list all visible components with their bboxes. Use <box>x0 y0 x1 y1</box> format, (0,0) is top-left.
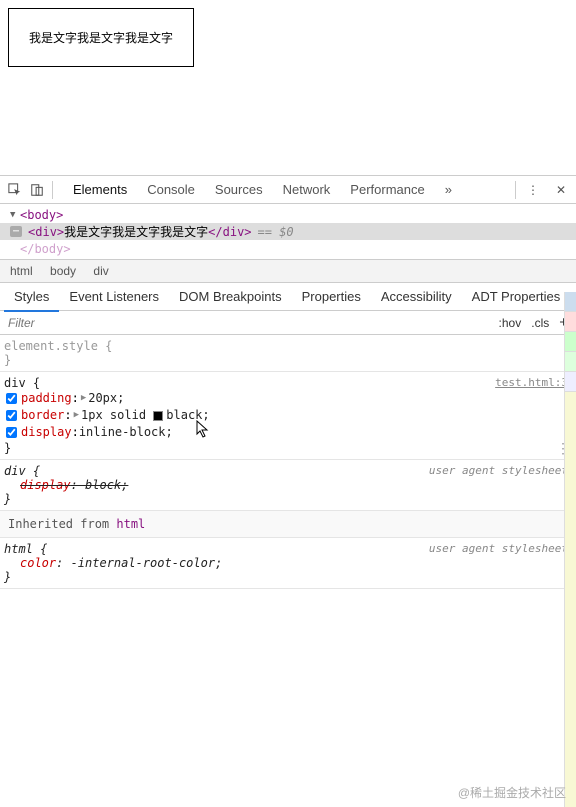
expand-icon[interactable]: ▶ <box>74 407 79 424</box>
tab-sources[interactable]: Sources <box>205 176 273 203</box>
tab-elements[interactable]: Elements <box>63 176 137 203</box>
rule-origin-ua: user agent stylesheet <box>429 464 568 477</box>
inherited-from-label: Inherited from html <box>0 511 576 538</box>
styles-filter-input[interactable] <box>8 316 499 330</box>
rule-html-ua[interactable]: user agent stylesheet html { color: -int… <box>0 538 576 589</box>
crumb-html[interactable]: html <box>10 264 33 278</box>
device-toggle-icon[interactable] <box>26 179 48 201</box>
toggle-border[interactable] <box>6 410 17 421</box>
rule-origin-ua: user agent stylesheet <box>429 542 568 555</box>
subtab-dom-breakpoints[interactable]: DOM Breakpoints <box>169 283 292 310</box>
tab-console[interactable]: Console <box>137 176 205 203</box>
menu-icon[interactable]: ⋮ <box>522 179 544 201</box>
demo-div[interactable]: 我是文字我是文字我是文字 <box>8 8 194 67</box>
toggle-padding[interactable] <box>6 393 17 404</box>
tab-performance[interactable]: Performance <box>340 176 434 203</box>
styles-subtabs: Styles Event Listeners DOM Breakpoints P… <box>0 283 576 311</box>
subtab-accessibility[interactable]: Accessibility <box>371 283 462 310</box>
chevron-down-icon[interactable]: ▼ <box>10 210 20 220</box>
toggle-display[interactable] <box>6 427 17 438</box>
filter-bar: :hov .cls + <box>0 311 576 335</box>
rendered-page: 我是文字我是文字我是文字 <box>0 0 576 175</box>
hov-toggle[interactable]: :hov <box>499 316 522 330</box>
breadcrumb: html body div <box>0 260 576 283</box>
crumb-body[interactable]: body <box>50 264 76 278</box>
subtab-event-listeners[interactable]: Event Listeners <box>59 283 169 310</box>
devtools-tabs: Elements Console Sources Network Perform… <box>63 176 515 203</box>
cls-toggle[interactable]: .cls <box>531 316 549 330</box>
devtools-toolbar: Elements Console Sources Network Perform… <box>0 176 576 204</box>
inspect-icon[interactable] <box>4 179 26 201</box>
overview-ruler[interactable] <box>564 292 576 807</box>
color-swatch-icon[interactable] <box>153 411 163 421</box>
tab-overflow[interactable]: » <box>435 176 462 203</box>
dom-body-close[interactable]: </body> <box>0 240 576 257</box>
close-icon[interactable]: ✕ <box>550 179 572 201</box>
dom-body-open[interactable]: ▼ <body> <box>0 206 576 223</box>
subtab-adt-properties[interactable]: ADT Properties <box>462 283 571 310</box>
rule-div-ua[interactable]: user agent stylesheet div { display: blo… <box>0 460 576 511</box>
subtab-properties[interactable]: Properties <box>292 283 371 310</box>
subtab-styles[interactable]: Styles <box>4 283 59 312</box>
tab-network[interactable]: Network <box>273 176 341 203</box>
selection-marker-icon: ⋯ <box>10 226 22 237</box>
styles-pane: element.style { } test.html:3 div { padd… <box>0 335 576 589</box>
dom-selected-div[interactable]: ⋯ <div> 我是文字我是文字我是文字 </div> == $0 <box>0 223 576 240</box>
watermark: @稀土掘金技术社区 <box>458 784 566 801</box>
devtools-panel: Elements Console Sources Network Perform… <box>0 175 576 589</box>
dom-tree[interactable]: ▼ <body> ⋯ <div> 我是文字我是文字我是文字 </div> == … <box>0 204 576 260</box>
rule-div-author[interactable]: test.html:3 div { padding:▶20px; border:… <box>0 372 576 460</box>
rule-origin-link[interactable]: test.html:3 <box>495 376 568 389</box>
rule-element-style[interactable]: element.style { } <box>0 335 576 372</box>
crumb-div[interactable]: div <box>93 264 108 278</box>
expand-icon[interactable]: ▶ <box>81 390 86 407</box>
